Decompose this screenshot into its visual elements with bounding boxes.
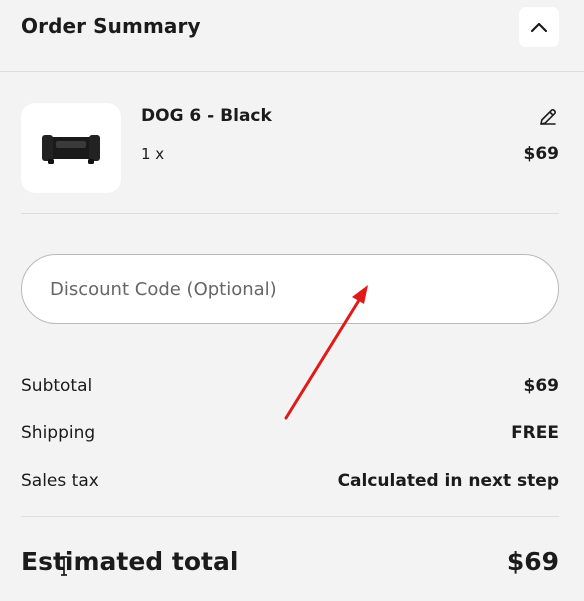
shipping-label: Shipping [21, 423, 96, 443]
text-cursor-icon [61, 556, 67, 576]
collapse-summary-button[interactable] [519, 7, 559, 47]
chevron-up-icon [530, 22, 548, 33]
subtotal-value: $69 [523, 376, 560, 396]
product-quantity: 1 x [141, 145, 165, 163]
product-thumbnail [21, 103, 121, 193]
edit-item-button[interactable] [537, 106, 559, 128]
cart-line-item: DOG 6 - Black 1 x $69 [21, 103, 559, 193]
product-price: $69 [523, 144, 560, 164]
discount-code-input[interactable] [21, 254, 559, 324]
sales-tax-value: Calculated in next step [337, 471, 559, 491]
shipping-row: Shipping FREE [21, 423, 559, 447]
estimated-total-label: Estimated total [21, 547, 239, 576]
estimated-total-value: $69 [506, 547, 559, 576]
subtotal-row: Subtotal $69 [21, 376, 559, 400]
divider [21, 516, 559, 517]
black-dog-device-image [42, 135, 100, 164]
sales-tax-row: Sales tax Calculated in next step [21, 471, 559, 495]
estimated-total-row: Estimated total $69 [21, 547, 559, 583]
shipping-value: FREE [511, 423, 559, 443]
pencil-icon [540, 109, 556, 125]
order-summary-header: Order Summary [0, 0, 584, 72]
order-summary-title: Order Summary [21, 14, 201, 38]
product-name: DOG 6 - Black [141, 106, 272, 126]
divider [21, 213, 559, 214]
sales-tax-label: Sales tax [21, 471, 99, 491]
subtotal-label: Subtotal [21, 376, 93, 396]
